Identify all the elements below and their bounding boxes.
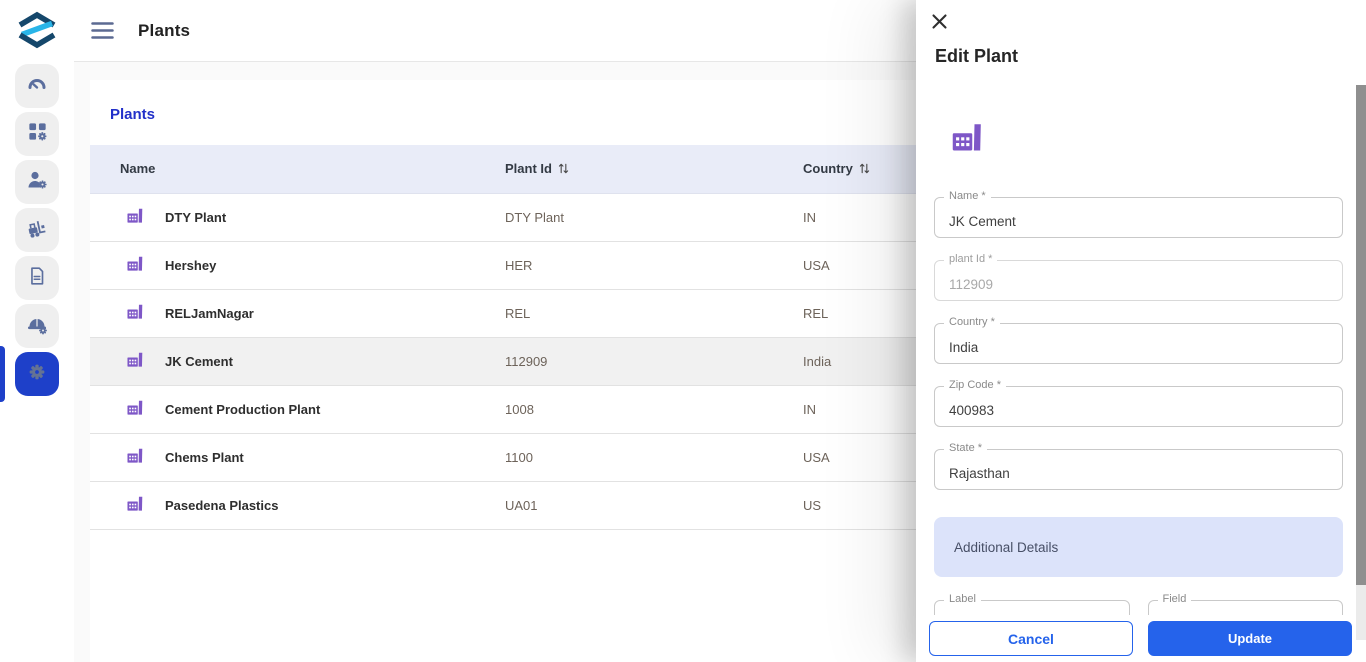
sidebar-item-dashboard[interactable] <box>15 64 59 108</box>
factory-icon <box>125 350 145 372</box>
field-value: Rajasthan <box>949 466 1010 481</box>
field-label[interactable]: Label <box>934 600 1130 615</box>
person-gear-icon <box>25 168 49 197</box>
plant-name: RELJamNagar <box>165 306 254 321</box>
edit-plant-drawer: Edit Plant Name *JK Cementplant Id *1129… <box>916 0 1366 662</box>
field-label: Field <box>1158 593 1192 605</box>
factory-icon <box>125 302 145 324</box>
factory-icon <box>125 446 145 468</box>
plant-name: Cement Production Plant <box>165 402 320 417</box>
sidebar-item-logistics[interactable] <box>15 208 59 252</box>
factory-icon <box>948 119 986 160</box>
hardhat-gear-icon <box>25 312 49 341</box>
sidebar-item-user-management[interactable] <box>15 160 59 204</box>
field-name[interactable]: Name *JK Cement <box>934 197 1343 238</box>
field-plant-id: plant Id *112909 <box>934 260 1343 301</box>
field-state[interactable]: State *Rajasthan <box>934 449 1343 490</box>
field-label: State * <box>944 442 987 454</box>
sort-icon[interactable] <box>858 162 871 175</box>
gear-icon <box>25 360 49 389</box>
additional-details-section[interactable]: Additional Details <box>934 517 1343 577</box>
sidebar-item-settings[interactable] <box>15 352 59 396</box>
update-button[interactable]: Update <box>1148 621 1352 656</box>
forklift-icon <box>25 216 49 245</box>
sidebar-item-modules[interactable] <box>15 112 59 156</box>
column-header-plant-id[interactable]: Plant Id <box>505 145 803 193</box>
sidebar-item-operations[interactable] <box>15 304 59 348</box>
menu-icon[interactable] <box>91 22 114 39</box>
factory-icon <box>125 494 145 516</box>
grid-gear-icon <box>26 120 49 148</box>
app-logo-icon[interactable] <box>14 8 60 52</box>
plant-name: Chems Plant <box>165 450 244 465</box>
drawer-scrollbar-thumb[interactable] <box>1356 85 1366 585</box>
plant-id: REL <box>505 289 803 337</box>
plant-name: DTY Plant <box>165 210 226 225</box>
drawer-scrollbar[interactable] <box>1356 85 1366 640</box>
plant-id: DTY Plant <box>505 193 803 241</box>
close-icon[interactable] <box>929 11 950 35</box>
field-label: Zip Code * <box>944 379 1006 391</box>
gauge-icon <box>25 72 49 101</box>
field-zip-code[interactable]: Zip Code *400983 <box>934 386 1343 427</box>
sidebar <box>0 0 74 662</box>
document-icon <box>26 265 48 292</box>
field-label: Label <box>944 593 981 605</box>
factory-icon <box>125 254 145 276</box>
sort-icon[interactable] <box>557 162 570 175</box>
drawer-title: Edit Plant <box>935 46 1018 67</box>
plant-id: HER <box>505 241 803 289</box>
additional-fields-row: Label Field <box>934 592 1343 615</box>
sidebar-item-documents[interactable] <box>15 256 59 300</box>
drawer-footer: Cancel Update <box>916 615 1366 662</box>
page-title: Plants <box>138 21 190 41</box>
additional-details-label: Additional Details <box>954 540 1058 555</box>
plant-id: UA01 <box>505 481 803 529</box>
field-value: JK Cement <box>949 214 1016 229</box>
factory-icon <box>125 206 145 228</box>
plant-id: 112909 <box>505 337 803 385</box>
field-value: India <box>949 340 978 355</box>
field-label: Country * <box>944 316 1000 328</box>
app-root: Plants Plants NamePlant Id Country DTY P… <box>0 0 1366 662</box>
factory-icon <box>125 398 145 420</box>
plant-id: 1008 <box>505 385 803 433</box>
active-item-indicator <box>0 346 5 402</box>
plant-name: Pasedena Plastics <box>165 498 278 513</box>
field-value: 112909 <box>949 277 993 292</box>
field-label: plant Id * <box>944 253 997 265</box>
plant-name: JK Cement <box>165 354 233 369</box>
field-label: Name * <box>944 190 991 202</box>
plant-id: 1100 <box>505 433 803 481</box>
column-header-name: Name <box>90 145 505 193</box>
plant-name: Hershey <box>165 258 216 273</box>
sidebar-nav <box>0 64 74 400</box>
drawer-fields: Name *JK Cementplant Id *112909Country *… <box>934 197 1343 512</box>
field-field[interactable]: Field <box>1148 600 1344 615</box>
cancel-button[interactable]: Cancel <box>929 621 1133 656</box>
field-country[interactable]: Country *India <box>934 323 1343 364</box>
field-value: 400983 <box>949 403 994 418</box>
